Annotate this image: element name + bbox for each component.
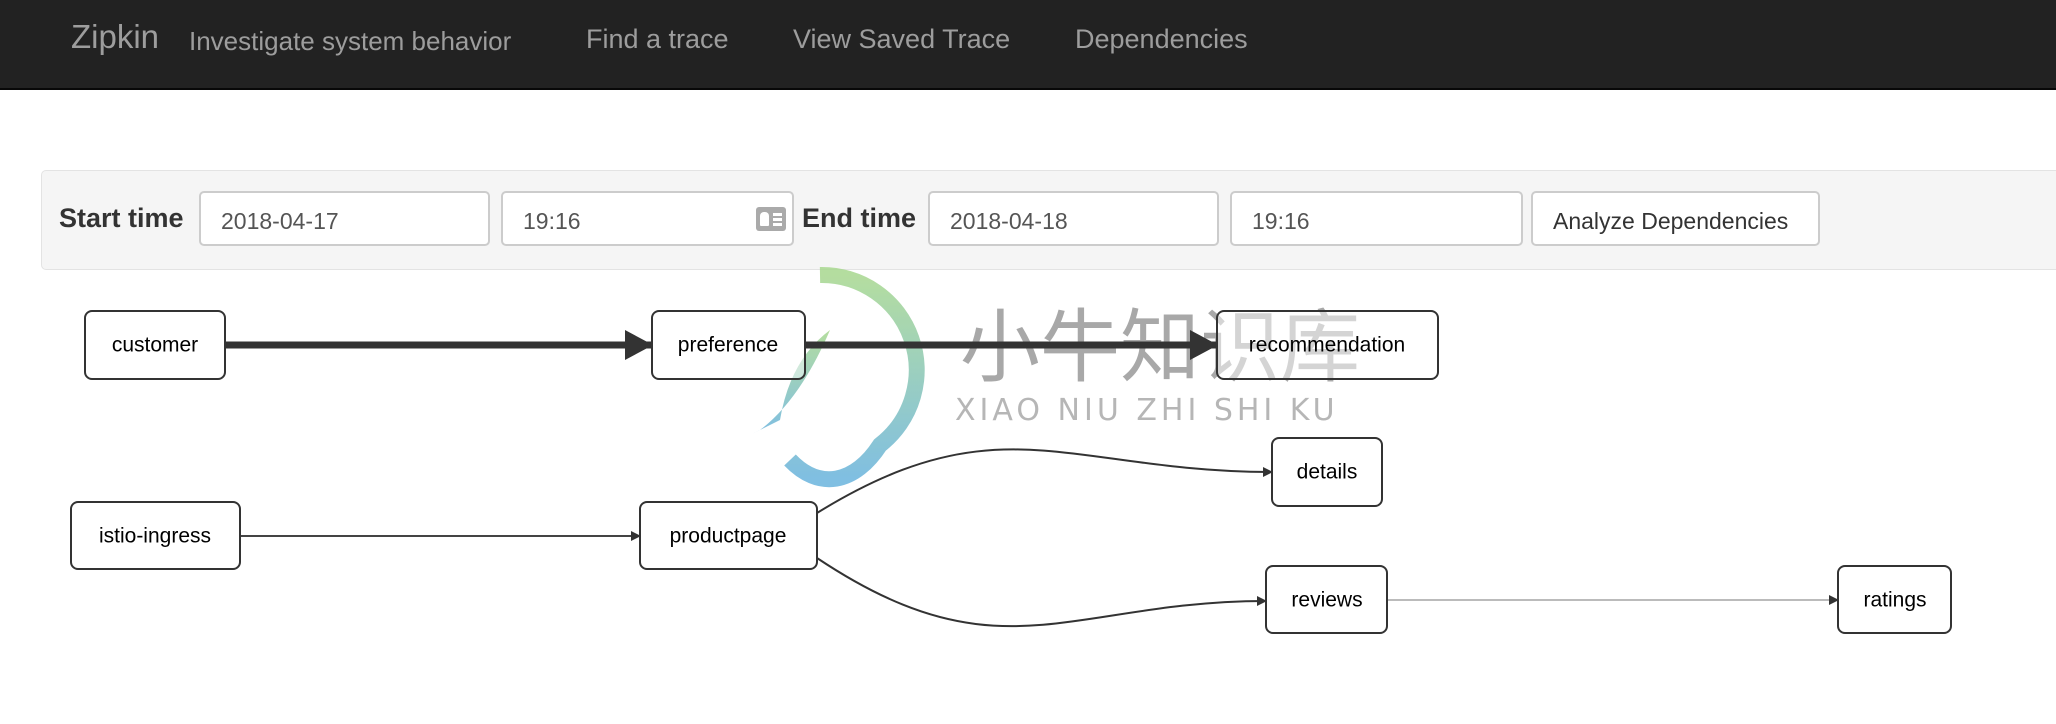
svg-text:customer: customer	[112, 334, 198, 357]
node-ratings[interactable]: ratings	[1837, 565, 1952, 634]
node-recommendation[interactable]: recommendation	[1216, 310, 1439, 380]
svg-text:details: details	[1297, 461, 1358, 484]
node-customer[interactable]: customer	[84, 310, 226, 380]
svg-text:recommendation: recommendation	[1249, 334, 1405, 357]
svg-text:preference: preference	[678, 334, 778, 357]
node-preference[interactable]: preference	[651, 310, 806, 380]
node-productpage[interactable]: productpage	[639, 501, 818, 570]
svg-text:ratings: ratings	[1863, 589, 1926, 612]
watermark-latin-text: XIAO NIU ZHI SHI KU	[955, 393, 1339, 428]
edge-productpage-details	[816, 448, 1273, 514]
svg-text:istio-ingress: istio-ingress	[99, 525, 211, 548]
node-istio-ingress[interactable]: istio-ingress	[70, 501, 241, 570]
node-reviews[interactable]: reviews	[1265, 565, 1388, 634]
dependency-graph: 小牛知识库 XIAO NIU ZHI SHI KU customer prefe…	[70, 266, 1952, 634]
node-details[interactable]: details	[1271, 437, 1383, 507]
svg-text:productpage: productpage	[670, 525, 787, 548]
edge-productpage-reviews	[816, 557, 1267, 628]
svg-text:reviews: reviews	[1291, 589, 1362, 612]
